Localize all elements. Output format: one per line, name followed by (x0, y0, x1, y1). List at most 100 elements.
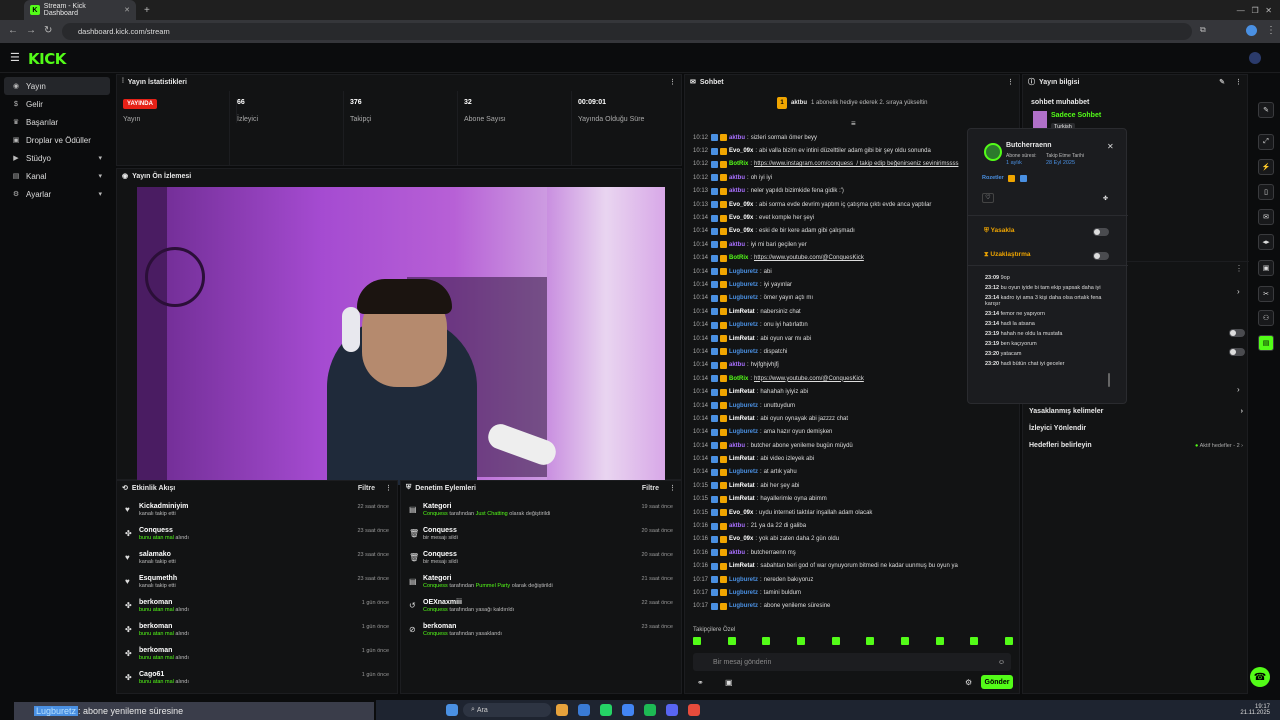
item-name[interactable]: berkoman (139, 645, 397, 654)
edge-icon[interactable] (578, 704, 590, 716)
lightning-icon[interactable]: ⚡ (1258, 159, 1274, 175)
message-user[interactable]: LimRetat (729, 496, 755, 502)
sidebar-item-droplar[interactable]: ▣ Droplar ve Ödüller (4, 131, 110, 149)
ban-toggle[interactable] (1093, 228, 1109, 236)
message-user[interactable]: LimRetat (729, 416, 755, 422)
emote-icon[interactable] (935, 637, 944, 645)
close-icon[interactable]: ✕ (1107, 142, 1114, 151)
message-user[interactable]: aktbu (729, 175, 745, 181)
item-who[interactable]: Conquess (423, 607, 448, 613)
taskbar-search[interactable]: ⌕ Ara (463, 703, 551, 717)
item-who[interactable]: Conquess (423, 511, 448, 517)
edit-icon[interactable]: ✎ (1219, 78, 1225, 86)
timeout-toggle[interactable] (1093, 252, 1109, 260)
pinned-leaderboard[interactable]: 1 aktbu 1 abonelik hediye ederek 2. sıra… (777, 97, 927, 109)
message-user[interactable]: LimRetat (729, 456, 755, 462)
message-user[interactable]: aktbu (729, 443, 745, 449)
emote-icon[interactable] (1004, 637, 1013, 645)
filter-icon[interactable]: ≡ (851, 119, 856, 128)
settings-item-goals[interactable]: Hedefleri belirleyin ● Aktif hedefler - 2… (1023, 437, 1249, 454)
message-user[interactable]: LimRetat (729, 309, 755, 315)
settings-item-banned-words[interactable]: Yasaklanmış kelimeler › (1023, 403, 1249, 420)
emote-icon[interactable] (970, 637, 979, 645)
forward-icon[interactable]: → (26, 25, 36, 36)
emote-icon[interactable] (727, 637, 736, 645)
item-name[interactable]: berkoman (139, 621, 397, 630)
message-user[interactable]: aktbu (729, 362, 745, 368)
document-icon[interactable]: ▯ (1258, 184, 1274, 200)
message-user[interactable]: Lugburetz (729, 349, 758, 355)
profile-avatar[interactable] (1246, 25, 1257, 36)
sidebar-item-kanal[interactable]: ▤ Kanal ▾ (4, 167, 110, 185)
item-name[interactable]: Cago61 (139, 669, 397, 678)
more-icon[interactable]: ⋮ (1235, 78, 1242, 86)
address-bar[interactable]: dashboard.kick.com/stream (62, 23, 1192, 40)
sidebar-item-yayin[interactable]: ◉ Yayın (4, 77, 110, 95)
app-icon[interactable] (688, 704, 700, 716)
audio-icon[interactable]: ◂▸ (1258, 234, 1274, 250)
more-icon[interactable]: ⋮ (385, 484, 392, 492)
sidebar-item-gelir[interactable]: $ Gelir (4, 95, 110, 113)
filter-button[interactable]: Filtre (642, 485, 659, 492)
message-user[interactable]: Lugburetz (729, 590, 758, 596)
emote-icon[interactable] (831, 637, 840, 645)
chat-settings-icon[interactable]: ⚙ (965, 678, 972, 687)
gift-icon[interactable]: ✤ (1103, 195, 1108, 202)
chat-bubble-icon[interactable]: ✉ (1258, 209, 1274, 225)
stream-preview-video[interactable] (137, 187, 665, 485)
whatsapp-icon[interactable] (600, 704, 612, 716)
emote-icon[interactable] (693, 637, 701, 645)
settings-item-redirect[interactable]: İzleyici Yönlendir (1023, 420, 1249, 437)
pencil-icon[interactable]: ✎ (1258, 102, 1274, 118)
more-icon[interactable]: ⋮ (1235, 264, 1243, 273)
hamburger-icon[interactable]: ☰ (10, 51, 20, 64)
chat-input[interactable]: Bir mesaj gönderin ☺ (693, 653, 1011, 671)
message-user[interactable]: BotRix (729, 376, 748, 382)
spotify-icon[interactable] (644, 704, 656, 716)
windows-start-icon[interactable] (446, 704, 458, 716)
extensions-icon[interactable]: ⧉ (1200, 25, 1206, 35)
emote-icon[interactable] (866, 637, 875, 645)
item-name[interactable]: berkoman (139, 597, 397, 606)
share-icon[interactable]: ⚇ (1258, 310, 1274, 326)
scrollbar[interactable] (1108, 373, 1110, 387)
back-icon[interactable]: ← (8, 25, 18, 36)
browser-menu-icon[interactable]: ⋮ (1266, 25, 1276, 36)
file-explorer-icon[interactable] (556, 704, 568, 716)
settings-toggle[interactable] (1229, 329, 1245, 337)
item-who[interactable]: Conquess (423, 583, 448, 589)
more-icon[interactable]: ⋮ (1007, 78, 1014, 86)
message-user[interactable]: LimRetat (729, 483, 755, 489)
message-user[interactable]: Evo_09x (729, 148, 753, 154)
message-user[interactable]: Lugburetz (729, 282, 758, 288)
message-user[interactable]: Lugburetz (729, 269, 758, 275)
message-link[interactable]: https://www.youtube.com/@ConquesKick (754, 255, 864, 261)
browser-tab[interactable]: K Stream - Kick Dashboard ✕ (24, 0, 136, 20)
message-user[interactable]: Lugburetz (729, 403, 758, 409)
message-user[interactable]: Evo_09x (729, 228, 753, 234)
reload-icon[interactable]: ↻ (44, 25, 52, 36)
support-chat-icon[interactable]: ☎ (1250, 667, 1270, 687)
more-icon[interactable]: ⋮ (669, 78, 676, 86)
message-user[interactable]: Lugburetz (729, 577, 758, 583)
message-user[interactable]: aktbu (729, 523, 745, 529)
emoji-icon[interactable]: ☺ (998, 659, 1005, 666)
message-link[interactable]: https://www.instagram.com/conquess_/ tak… (754, 161, 958, 167)
message-user[interactable]: LimRetat (729, 389, 755, 395)
wrench-icon[interactable]: ✂ (1258, 286, 1274, 302)
item-who[interactable]: Conquess (423, 631, 448, 637)
heart-icon[interactable]: ♡ (982, 193, 994, 203)
emote-icon[interactable] (762, 637, 771, 645)
expand-icon[interactable]: ⤢ (1258, 134, 1274, 150)
user-name[interactable]: Butcherraenn (1006, 142, 1052, 149)
message-user[interactable]: Lugburetz (729, 322, 758, 328)
message-user[interactable]: aktbu (729, 188, 745, 194)
message-user[interactable]: BotRix (729, 255, 748, 261)
chat-tools-icon[interactable]: ⚭ (697, 678, 704, 687)
window-controls[interactable]: — ❐ ✕ (1237, 6, 1272, 15)
message-user[interactable]: LimRetat (729, 336, 755, 342)
green-action-icon[interactable]: ▤ (1258, 335, 1274, 351)
new-tab-icon[interactable]: + (144, 5, 150, 16)
sidebar-item-studyo[interactable]: ▶ Stüdyo ▾ (4, 149, 110, 167)
settings-toggle[interactable] (1229, 348, 1245, 356)
